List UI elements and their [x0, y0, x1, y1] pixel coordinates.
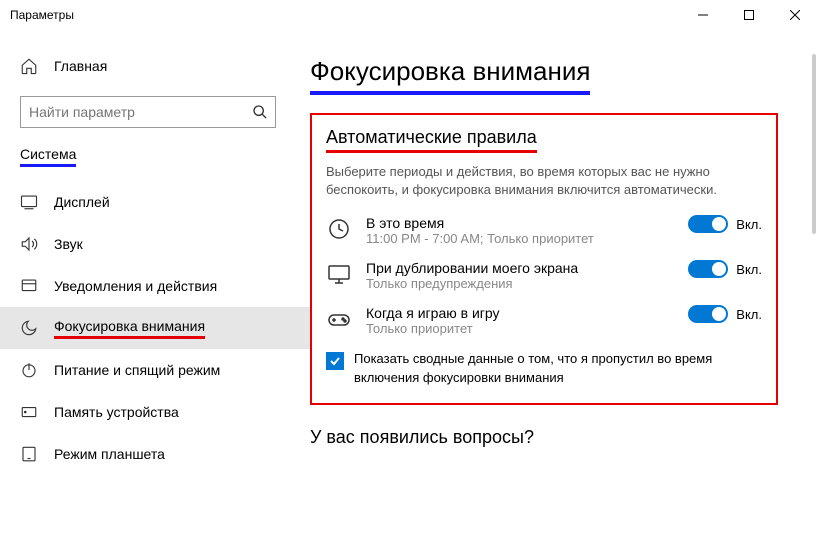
sidebar-item-notifications[interactable]: Уведомления и действия — [0, 265, 310, 307]
sidebar-item-label: Дисплей — [54, 194, 110, 210]
home-icon — [20, 57, 38, 75]
moon-icon — [20, 319, 38, 337]
sidebar-item-label: Звук — [54, 236, 83, 252]
close-button[interactable] — [772, 0, 818, 30]
display-icon — [20, 193, 38, 211]
sidebar-item-label: Память устройства — [54, 404, 179, 420]
sidebar-item-storage[interactable]: Память устройства — [0, 391, 310, 433]
sidebar-item-display[interactable]: Дисплей — [0, 181, 310, 223]
notifications-icon — [20, 277, 38, 295]
rule-title: При дублировании моего экрана — [366, 260, 674, 276]
toggle-label: Вкл. — [736, 262, 762, 277]
checkbox-label: Показать сводные данные о том, что я про… — [354, 350, 762, 386]
rule-sub: 11:00 PM - 7:00 AM; Только приоритет — [366, 231, 674, 246]
window-title: Параметры — [10, 8, 74, 22]
content-pane: Фокусировка внимания Автоматические прав… — [310, 30, 818, 539]
sidebar-item-tablet[interactable]: Режим планшета — [0, 433, 310, 475]
gamepad-icon — [326, 305, 352, 331]
titlebar: Параметры — [0, 0, 818, 30]
sidebar-item-power[interactable]: Питание и спящий режим — [0, 349, 310, 391]
toggle-label: Вкл. — [736, 307, 762, 322]
rule-title: В это время — [366, 215, 674, 231]
checkbox-checked[interactable] — [326, 352, 344, 370]
sidebar-item-sound[interactable]: Звук — [0, 223, 310, 265]
auto-rules-section: Автоматические правила Выберите периоды … — [310, 113, 778, 405]
toggle-switch[interactable] — [688, 260, 728, 278]
category-heading: Система — [0, 146, 310, 175]
questions-heading: У вас появились вопросы? — [310, 427, 798, 448]
sidebar-item-label: Питание и спящий режим — [54, 362, 220, 378]
toggle-label: Вкл. — [736, 217, 762, 232]
toggle-switch[interactable] — [688, 215, 728, 233]
scrollbar[interactable] — [810, 30, 816, 539]
power-icon — [20, 361, 38, 379]
scroll-thumb[interactable] — [812, 54, 816, 234]
maximize-button[interactable] — [726, 0, 772, 30]
rule-playing-game[interactable]: Когда я играю в игру Только приоритет Вк… — [326, 305, 762, 336]
sidebar-item-focus-assist[interactable]: Фокусировка внимания — [0, 307, 310, 349]
rule-during-time[interactable]: В это время 11:00 PM - 7:00 AM; Только п… — [326, 215, 762, 246]
sound-icon — [20, 235, 38, 253]
rule-sub: Только приоритет — [366, 321, 674, 336]
sidebar-item-label: Уведомления и действия — [54, 278, 217, 294]
category-label: Система — [20, 146, 76, 167]
rule-sub: Только предупреждения — [366, 276, 674, 291]
storage-icon — [20, 403, 38, 421]
search-field[interactable] — [21, 104, 245, 120]
search-input[interactable] — [20, 96, 276, 128]
tablet-icon — [20, 445, 38, 463]
clock-icon — [326, 215, 352, 241]
home-nav[interactable]: Главная — [0, 46, 310, 86]
search-icon — [245, 104, 275, 120]
sidebar-item-label: Фокусировка внимания — [54, 318, 205, 339]
page-title: Фокусировка внимания — [310, 56, 590, 95]
minimize-button[interactable] — [680, 0, 726, 30]
sidebar: Главная Система Дисплей — [0, 30, 310, 539]
rule-title: Когда я играю в игру — [366, 305, 674, 321]
toggle-switch[interactable] — [688, 305, 728, 323]
rule-duplicating-display[interactable]: При дублировании моего экрана Только пре… — [326, 260, 762, 291]
home-label: Главная — [54, 58, 107, 74]
summary-checkbox-row[interactable]: Показать сводные данные о том, что я про… — [326, 350, 762, 386]
section-title: Автоматические правила — [326, 127, 537, 153]
sidebar-item-label: Режим планшета — [54, 446, 165, 462]
monitor-icon — [326, 260, 352, 286]
section-description: Выберите периоды и действия, во время ко… — [326, 163, 762, 199]
